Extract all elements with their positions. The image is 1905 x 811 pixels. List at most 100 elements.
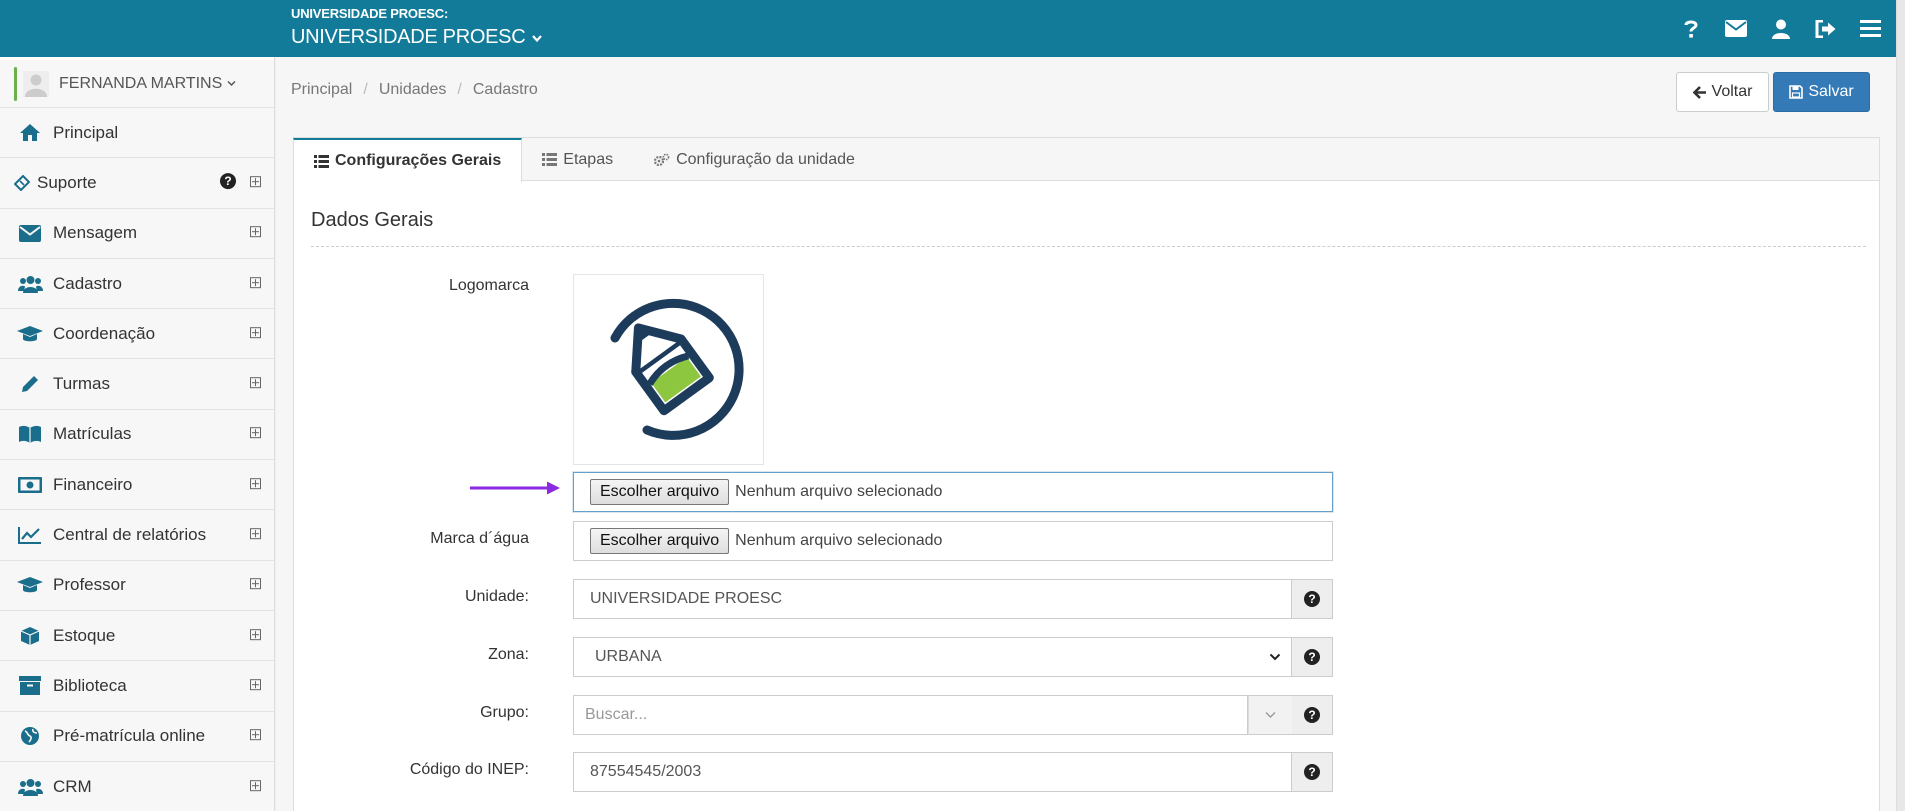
- tab-configuracoes-gerais[interactable]: Configurações Gerais: [293, 138, 523, 182]
- group-input-group: Buscar... ?: [573, 695, 1333, 735]
- sidebar-item-estoque[interactable]: Estoque: [0, 611, 274, 662]
- expand-icon[interactable]: [250, 628, 261, 640]
- logo-file-input[interactable]: Escolher arquivo Nenhum arquivo selecion…: [573, 472, 1333, 512]
- list-icon: [314, 154, 329, 168]
- expand-icon[interactable]: [250, 477, 261, 489]
- org-name: UNIVERSIDADE PROESC: [291, 26, 526, 48]
- logo-preview: [573, 274, 764, 465]
- book-icon: [17, 423, 43, 445]
- page-scrollbar[interactable]: [1896, 0, 1905, 811]
- sidebar-item-biblioteca[interactable]: Biblioteca: [0, 661, 274, 712]
- unit-input[interactable]: UNIVERSIDADE PROESC: [573, 579, 1292, 619]
- users-icon: [17, 273, 43, 295]
- question-circle-icon: ?: [1304, 591, 1320, 607]
- section-title: Dados Gerais: [311, 209, 434, 231]
- breadcrumb-unidades[interactable]: Unidades: [379, 81, 447, 99]
- ticket-icon: [14, 172, 30, 194]
- breadcrumb-cadastro: Cadastro: [472, 81, 538, 98]
- pencil-logo-image: [610, 298, 744, 440]
- cube-icon: [17, 625, 43, 647]
- chevron-down-icon: [1269, 653, 1281, 661]
- expand-icon[interactable]: [250, 427, 261, 439]
- menu-icon[interactable]: [1848, 0, 1893, 57]
- question-circle-icon: ?: [1304, 764, 1320, 780]
- user-name: FERNANDA MARTINS: [59, 74, 223, 92]
- sidebar-item-turmas[interactable]: Turmas: [0, 359, 274, 410]
- sidebar-item-coordenacao[interactable]: Coordenação: [0, 309, 274, 360]
- floppy-disk-icon: [1789, 85, 1804, 99]
- watermark-label: Marca d´água: [430, 530, 529, 547]
- status-indicator: [14, 66, 17, 101]
- group-dropdown-toggle[interactable]: [1248, 695, 1292, 735]
- user-icon[interactable]: [1758, 0, 1803, 57]
- sidebar-item-suporte[interactable]: Suporte ?: [0, 158, 274, 209]
- money-icon: [17, 474, 43, 496]
- expand-icon[interactable]: [250, 779, 261, 791]
- org-selector[interactable]: UNIVERSIDADE PROESC: [291, 26, 543, 49]
- brand[interactable]: UNIVERSIDADE PROESC: UNIVERSIDADE PROESC: [291, 6, 543, 49]
- expand-icon[interactable]: [250, 679, 261, 691]
- tab-etapas[interactable]: Etapas: [522, 138, 633, 181]
- pencil-icon: [17, 373, 43, 395]
- watermark-file-input[interactable]: Escolher arquivo Nenhum arquivo selecion…: [573, 521, 1333, 561]
- unit-label: Unidade:: [464, 588, 529, 605]
- choose-file-button[interactable]: Escolher arquivo: [590, 528, 730, 554]
- org-label: UNIVERSIDADE PROESC:: [291, 6, 449, 21]
- sidebar-item-financeiro[interactable]: Financeiro: [0, 460, 274, 511]
- expand-icon[interactable]: [250, 276, 261, 288]
- sidebar-item-mensagem[interactable]: Mensagem: [0, 209, 274, 259]
- zone-select[interactable]: URBANA: [573, 637, 1292, 677]
- sidebar-item-central-de-relatorios[interactable]: Central de relatórios: [0, 510, 274, 561]
- user-menu[interactable]: FERNANDA MARTINS: [0, 57, 274, 108]
- question-circle-icon: ?: [1304, 649, 1320, 665]
- sidebar-item-matriculas[interactable]: Matrículas: [0, 410, 274, 461]
- archive-icon: [17, 675, 43, 697]
- zone-help[interactable]: ?: [1292, 637, 1333, 677]
- arrow-annotation-icon: [470, 481, 560, 495]
- question-icon[interactable]: [1668, 0, 1713, 57]
- form-panel: Configurações Gerais Etapas Configuração…: [293, 137, 1880, 811]
- globe-icon: [17, 725, 43, 747]
- expand-icon[interactable]: [250, 729, 261, 741]
- sidebar-item-professor[interactable]: Professor: [0, 561, 274, 611]
- sidebar-item-cadastro[interactable]: Cadastro: [0, 259, 274, 310]
- expand-icon[interactable]: [250, 578, 261, 590]
- group-help[interactable]: ?: [1292, 695, 1333, 735]
- choose-file-button[interactable]: Escolher arquivo: [590, 479, 730, 505]
- group-label: Grupo:: [480, 704, 529, 721]
- sidebar-item-crm[interactable]: CRM: [0, 762, 274, 811]
- expand-icon[interactable]: [250, 327, 261, 339]
- breadcrumb-principal[interactable]: Principal: [291, 81, 352, 99]
- save-button[interactable]: Salvar: [1773, 72, 1870, 112]
- tab-configuracao-da-unidade[interactable]: Configuração da unidade: [633, 138, 875, 181]
- zone-input-group: URBANA ?: [573, 637, 1333, 677]
- inep-help[interactable]: ?: [1292, 752, 1333, 792]
- chevron-down-icon: [227, 80, 236, 87]
- expand-icon[interactable]: [250, 377, 261, 389]
- group-search-input[interactable]: Buscar...: [573, 695, 1248, 735]
- graduation-cap-icon: [17, 323, 43, 345]
- arrow-left-icon: [1692, 85, 1706, 99]
- sidebar-item-principal[interactable]: Principal: [0, 108, 274, 159]
- expand-icon[interactable]: [250, 226, 261, 238]
- question-circle-icon[interactable]: ?: [220, 173, 236, 190]
- inep-input[interactable]: 87554545/2003: [573, 752, 1292, 792]
- expand-icon[interactable]: [250, 528, 261, 540]
- line-chart-icon: [17, 524, 43, 546]
- envelope-icon[interactable]: [1713, 0, 1758, 57]
- sidebar-item-pre-matricula-online[interactable]: Pré-matrícula online: [0, 712, 274, 762]
- back-button[interactable]: Voltar: [1676, 72, 1769, 112]
- cogs-icon: [653, 153, 670, 166]
- zone-label: Zona:: [488, 646, 529, 663]
- unit-help[interactable]: ?: [1292, 579, 1333, 619]
- section-divider: [311, 246, 1866, 247]
- main-content: Principal / Unidades / Cadastro Voltar S…: [276, 57, 1896, 811]
- chevron-down-icon: [532, 34, 543, 42]
- question-circle-icon: ?: [1304, 707, 1320, 723]
- logo-label: Logomarca: [448, 277, 529, 294]
- zone-selected-value: URBANA: [595, 648, 662, 665]
- breadcrumb: Principal / Unidades / Cadastro: [291, 81, 538, 99]
- envelope-icon: [17, 222, 43, 244]
- sign-out-icon[interactable]: [1803, 0, 1848, 57]
- expand-icon[interactable]: [250, 176, 261, 188]
